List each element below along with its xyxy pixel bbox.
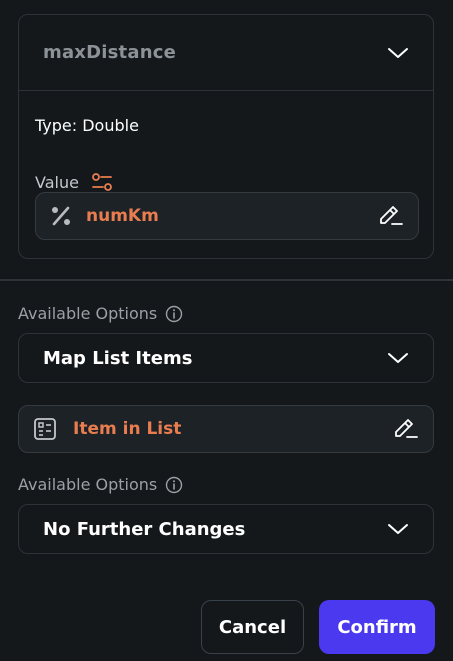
options-dropdown-1[interactable]: Map List Items bbox=[18, 333, 434, 383]
list-item-icon bbox=[34, 418, 56, 440]
parameter-card: maxDistance Type: Double Value numKm bbox=[18, 14, 434, 259]
available-options-label-1: Available Options bbox=[18, 304, 183, 323]
available-options-text: Available Options bbox=[18, 304, 158, 323]
dropdown-selected-value: Map List Items bbox=[43, 347, 193, 369]
value-row: Value bbox=[35, 172, 113, 192]
chevron-down-icon[interactable] bbox=[387, 46, 409, 60]
percent-icon bbox=[52, 206, 70, 226]
dropdown-selected-value: No Further Changes bbox=[43, 518, 246, 540]
value-text: numKm bbox=[86, 206, 159, 226]
confirm-button[interactable]: Confirm bbox=[319, 600, 435, 654]
item-in-list-text: Item in List bbox=[73, 419, 182, 439]
cancel-button[interactable]: Cancel bbox=[201, 600, 304, 654]
parameter-card-header[interactable]: maxDistance bbox=[19, 15, 433, 91]
info-icon[interactable] bbox=[165, 305, 183, 323]
available-options-label-2: Available Options bbox=[18, 475, 183, 494]
section-divider bbox=[0, 279, 453, 281]
available-options-text: Available Options bbox=[18, 475, 158, 494]
parameter-type: Type: Double bbox=[35, 116, 139, 135]
edit-pencil-icon[interactable] bbox=[378, 204, 404, 228]
chevron-down-icon bbox=[388, 524, 408, 534]
value-field[interactable]: numKm bbox=[35, 192, 419, 240]
item-in-list-field[interactable]: Item in List bbox=[18, 405, 434, 453]
edit-pencil-icon[interactable] bbox=[393, 417, 419, 441]
options-dropdown-2[interactable]: No Further Changes bbox=[18, 504, 434, 554]
sliders-icon[interactable] bbox=[91, 172, 113, 192]
chevron-down-icon bbox=[388, 353, 408, 363]
info-icon[interactable] bbox=[165, 476, 183, 494]
value-label: Value bbox=[35, 172, 79, 192]
parameter-name: maxDistance bbox=[43, 42, 176, 63]
